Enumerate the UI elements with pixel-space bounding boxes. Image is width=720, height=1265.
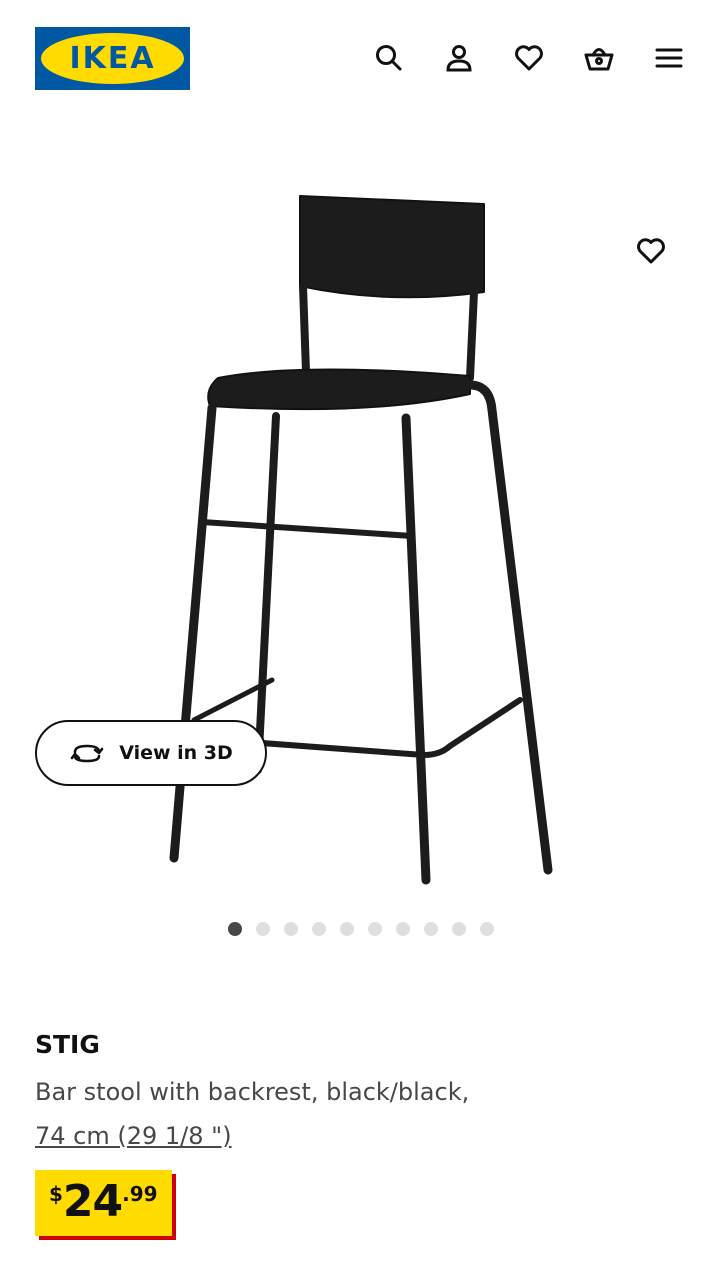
view-in-3d-label: View in 3D	[119, 742, 233, 764]
heart-icon[interactable]	[511, 40, 547, 76]
basket-icon[interactable]	[581, 40, 617, 76]
price-tag: $ 24 .99	[35, 1170, 172, 1236]
pagination-dot[interactable]	[480, 922, 494, 936]
product-measurement-link[interactable]: 74 cm (29 1/8 ")	[35, 1122, 232, 1150]
header: IKEA	[0, 0, 720, 120]
pagination-dot[interactable]	[396, 922, 410, 936]
heart-icon	[637, 238, 665, 264]
logo-text: IKEA	[69, 40, 156, 76]
menu-icon[interactable]	[651, 40, 687, 76]
product-description: Bar stool with backrest, black/black, 74…	[35, 1070, 685, 1158]
rotate-3d-icon	[70, 744, 104, 763]
ikea-logo[interactable]: IKEA	[35, 27, 190, 90]
price-currency: $	[49, 1182, 63, 1206]
pagination-dot[interactable]	[340, 922, 354, 936]
pagination-dot[interactable]	[452, 922, 466, 936]
logo-oval: IKEA	[41, 33, 184, 84]
product-gallery[interactable]: View in 3D	[0, 120, 720, 900]
image-pagination-dots[interactable]	[228, 922, 494, 936]
product-name: STIG	[35, 1030, 100, 1059]
product-description-text: Bar stool with backrest, black/black,	[35, 1078, 470, 1106]
price-whole: 24	[62, 1176, 123, 1227]
pagination-dot[interactable]	[368, 922, 382, 936]
pagination-dot[interactable]	[424, 922, 438, 936]
pagination-dot[interactable]	[312, 922, 326, 936]
pagination-dot[interactable]	[256, 922, 270, 936]
product-image-bar-stool[interactable]	[140, 180, 580, 900]
price-decimal: .99	[122, 1182, 158, 1206]
user-icon[interactable]	[441, 40, 477, 76]
pagination-dot[interactable]	[284, 922, 298, 936]
add-to-favourites-button[interactable]	[633, 233, 669, 269]
view-in-3d-button[interactable]: View in 3D	[35, 720, 267, 786]
pagination-dot[interactable]	[228, 922, 242, 936]
search-icon[interactable]	[371, 40, 407, 76]
